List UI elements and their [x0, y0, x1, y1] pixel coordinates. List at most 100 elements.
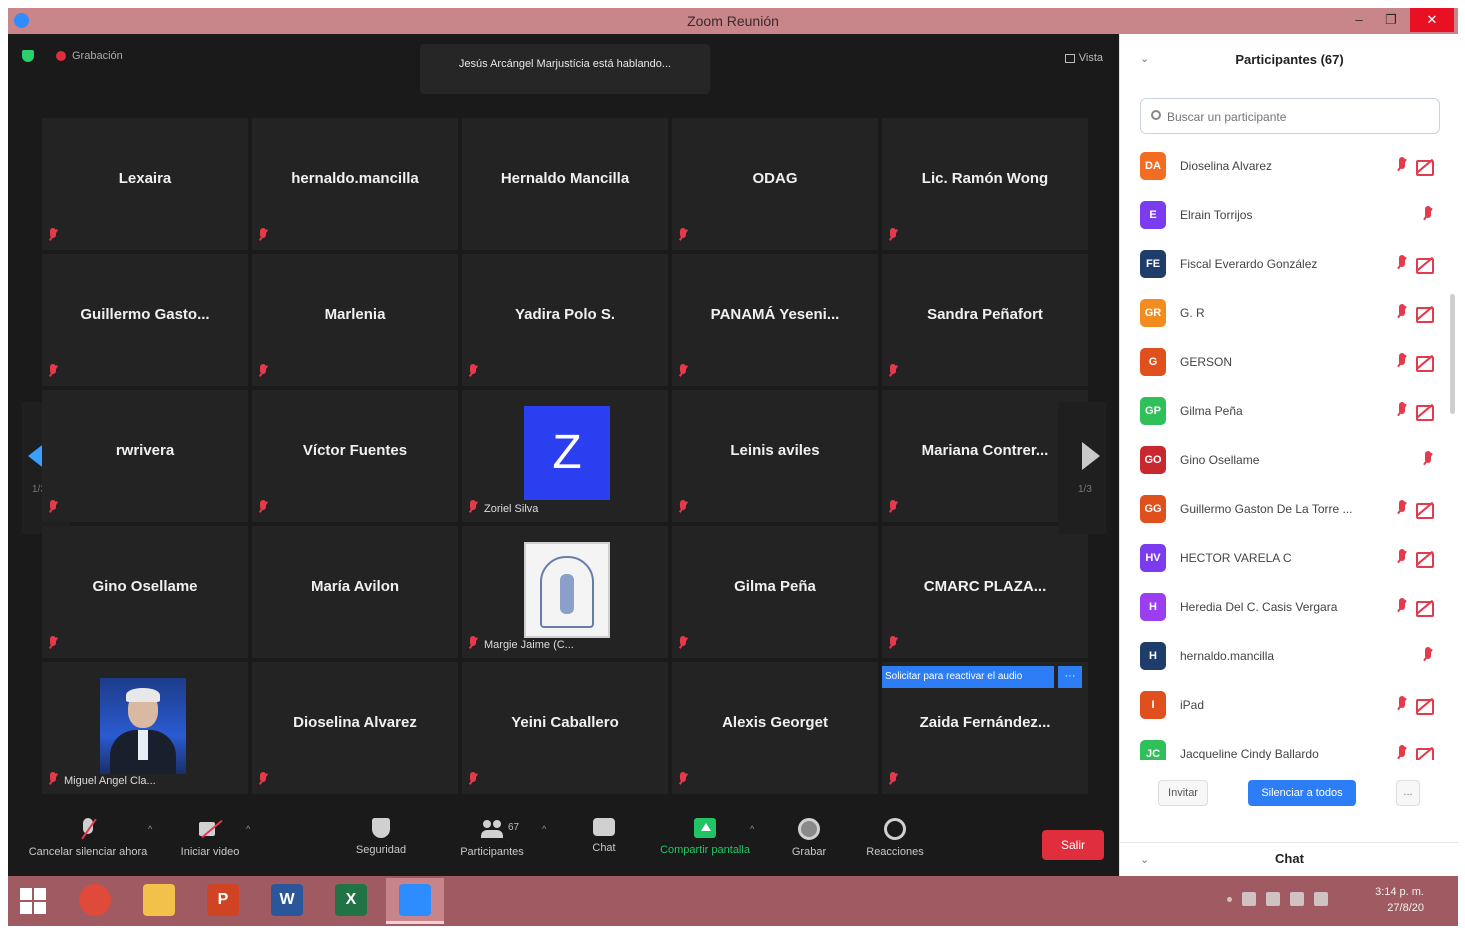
participant-tile[interactable]: Lic. Ramón Wong [882, 118, 1088, 250]
participant-tile[interactable]: Z Zoriel Silva [462, 390, 668, 522]
more-options-button[interactable]: ... [1396, 780, 1420, 806]
mute-button[interactable]: Cancelar silenciar ahora ^ [18, 818, 158, 858]
video-off-icon[interactable] [1416, 404, 1434, 421]
participant-tile[interactable]: rwrivera [42, 390, 248, 522]
muted-mic-icon[interactable] [1396, 696, 1408, 714]
participant-tile[interactable]: PANAMÁ Yeseni... [672, 254, 878, 386]
security-shield-icon[interactable] [22, 50, 34, 62]
participant-tile[interactable]: Leinis aviles [672, 390, 878, 522]
participant-row[interactable]: Hhernaldo.mancilla [1140, 632, 1446, 681]
leave-button[interactable]: Salir [1042, 830, 1104, 860]
video-off-icon[interactable] [1416, 306, 1434, 323]
muted-mic-icon[interactable] [1422, 647, 1434, 665]
participant-tile[interactable]: Víctor Fuentes [252, 390, 458, 522]
participant-tile[interactable]: Lexaira [42, 118, 248, 250]
muted-mic-icon[interactable] [1396, 304, 1408, 322]
participant-tile[interactable]: Gino Osellame [42, 526, 248, 658]
participants-options-caret[interactable]: ^ [542, 824, 546, 834]
view-button[interactable]: Vista [1064, 52, 1103, 64]
security-button[interactable]: Seguridad [346, 818, 416, 856]
participant-tile[interactable]: ODAG [672, 118, 878, 250]
participant-tile[interactable]: María Avilon [252, 526, 458, 658]
participant-tile[interactable]: Margie Jaime (C... [462, 526, 668, 658]
tray-dot-icon[interactable] [1227, 896, 1232, 902]
muted-mic-icon[interactable] [1422, 206, 1434, 224]
video-off-icon[interactable] [1416, 747, 1434, 760]
participant-tile[interactable]: Miguel Angel Cla... [42, 662, 248, 794]
participant-tile[interactable]: Marlenia [252, 254, 458, 386]
share-screen-button[interactable]: Compartir pantalla ^ [650, 818, 760, 856]
tray-app-icon[interactable] [1266, 892, 1280, 906]
muted-mic-icon[interactable] [1396, 549, 1408, 567]
muted-mic-icon[interactable] [1396, 157, 1408, 175]
participant-row[interactable]: DA Dioselina Alvarez [1140, 142, 1446, 191]
start-video-button[interactable]: Iniciar video ^ [172, 818, 250, 858]
muted-mic-icon[interactable] [1396, 255, 1408, 273]
chat-button[interactable]: Chat [582, 818, 626, 854]
participant-row[interactable]: GO Gino Osellame [1140, 436, 1446, 485]
participant-tile[interactable]: CMARC PLAZA... [882, 526, 1088, 658]
tray-app-icon[interactable] [1242, 892, 1256, 906]
muted-mic-icon[interactable] [1396, 745, 1408, 760]
participant-tile[interactable]: Hernaldo Mancilla [462, 118, 668, 250]
participant-row[interactable]: IiPad [1140, 681, 1446, 730]
next-page-button[interactable]: 1/3 [1058, 402, 1106, 534]
muted-mic-icon[interactable] [1396, 500, 1408, 518]
video-off-icon[interactable] [1416, 257, 1434, 274]
participant-tile[interactable]: Sandra Peñafort [882, 254, 1088, 386]
participant-tile[interactable]: Yeini Caballero [462, 662, 668, 794]
participant-row[interactable]: HV HECTOR VARELA C [1140, 534, 1446, 583]
participant-tile[interactable]: Yadira Polo S. [462, 254, 668, 386]
participant-tile[interactable]: hernaldo.mancilla [252, 118, 458, 250]
restore-button[interactable]: ❐ [1376, 8, 1406, 32]
taskbar-app-explorador[interactable] [130, 878, 188, 924]
taskbar-app-zoom[interactable] [386, 878, 444, 924]
participant-list-scrollbar[interactable] [1450, 294, 1455, 414]
video-off-icon[interactable] [1416, 600, 1434, 617]
muted-mic-icon[interactable] [1396, 402, 1408, 420]
participant-row[interactable]: G GERSON [1140, 338, 1446, 387]
participant-row[interactable]: JC Jacqueline Cindy Ballardo [1140, 730, 1446, 760]
volume-icon[interactable] [1314, 892, 1328, 906]
participant-tile[interactable]: Gilma Peña [672, 526, 878, 658]
share-options-caret[interactable]: ^ [750, 824, 754, 834]
taskbar-app-chrome[interactable] [66, 878, 124, 924]
video-options-caret[interactable]: ^ [246, 824, 250, 834]
invite-button[interactable]: Invitar [1158, 780, 1208, 806]
muted-mic-icon[interactable] [1396, 353, 1408, 371]
network-icon[interactable] [1290, 892, 1304, 906]
muted-mic-icon[interactable] [1396, 598, 1408, 616]
participant-row[interactable]: GP Gilma Peña [1140, 387, 1446, 436]
participant-row[interactable]: GR G. R [1140, 289, 1446, 338]
muted-mic-icon[interactable] [1422, 451, 1434, 469]
minimize-button[interactable]: – [1344, 8, 1374, 32]
search-input[interactable] [1167, 107, 1427, 127]
video-off-icon[interactable] [1416, 355, 1434, 372]
video-off-icon[interactable] [1416, 551, 1434, 568]
mute-options-caret[interactable]: ^ [148, 824, 152, 834]
video-off-icon[interactable] [1416, 159, 1434, 176]
mute-all-button[interactable]: Silenciar a todos [1248, 780, 1356, 806]
record-button[interactable]: Grabar [784, 818, 834, 858]
participant-row[interactable]: E Elrain Torrijos [1140, 191, 1446, 240]
taskbar-clock[interactable]: 3:14 p. m. 27/8/20 [1375, 884, 1424, 916]
participants-button[interactable]: Participantes 67 ^ [454, 818, 546, 858]
participant-row[interactable]: GG Guillermo Gaston De La Torre ... [1140, 485, 1446, 534]
video-off-icon[interactable] [1416, 502, 1434, 519]
participant-tile[interactable]: Solicitar para reactivar el audio ··· Za… [882, 662, 1088, 794]
participant-tile[interactable]: Guillermo Gasto... [42, 254, 248, 386]
taskbar-app-powerpoint[interactable]: P [194, 878, 252, 924]
reactions-button[interactable]: Reacciones [860, 818, 930, 858]
video-off-icon[interactable] [1416, 698, 1434, 715]
participant-row[interactable]: FE Fiscal Everardo González [1140, 240, 1446, 289]
taskbar-app-excel[interactable]: X [322, 878, 380, 924]
tile-more-button[interactable]: ··· [1058, 666, 1082, 688]
start-button[interactable] [20, 888, 46, 914]
ask-to-unmute-button[interactable]: Solicitar para reactivar el audio [882, 666, 1054, 688]
participant-tile[interactable]: Alexis Georget [672, 662, 878, 794]
close-button[interactable]: ✕ [1410, 8, 1454, 32]
participant-tile[interactable]: Dioselina Alvarez [252, 662, 458, 794]
taskbar-app-word[interactable]: W [258, 878, 316, 924]
participant-row[interactable]: H Heredia Del C. Casis Vergara [1140, 583, 1446, 632]
recording-indicator[interactable]: Grabación [56, 50, 123, 62]
